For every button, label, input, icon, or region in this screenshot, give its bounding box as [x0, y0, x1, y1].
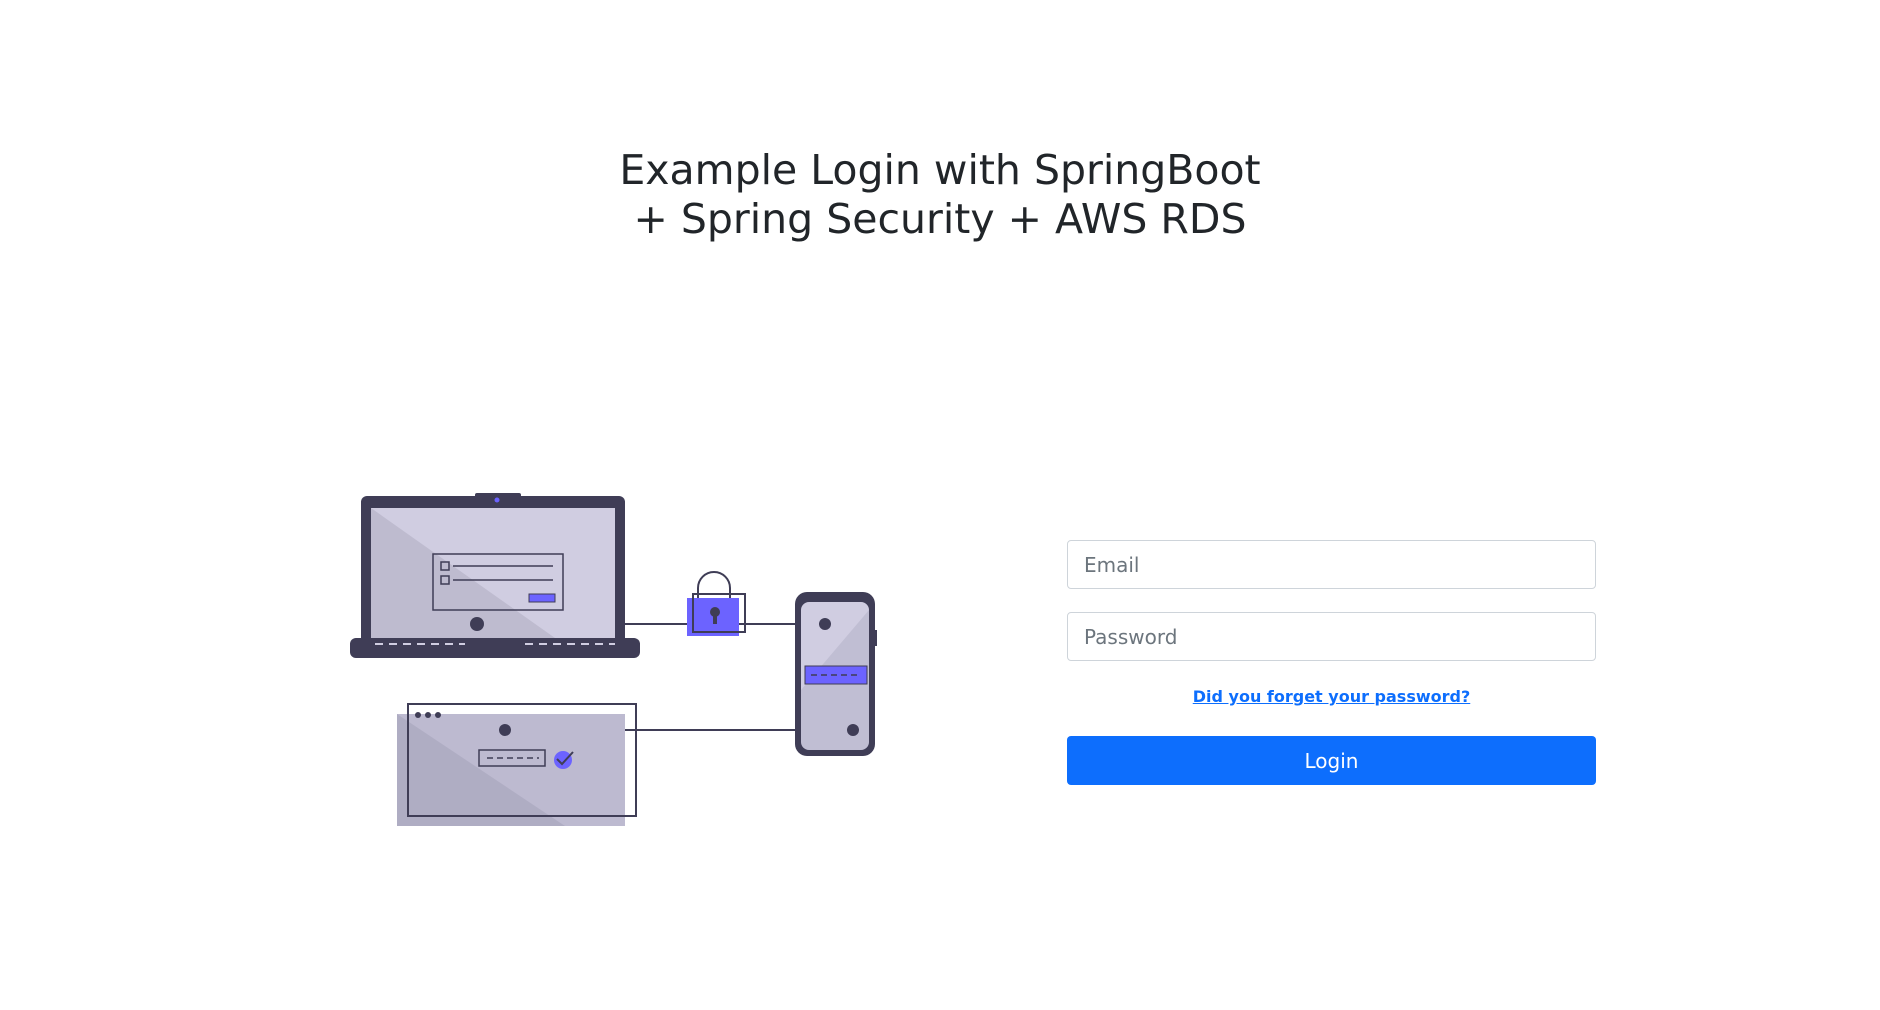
forgot-password-row: Did you forget your password?: [1067, 687, 1596, 711]
laptop-icon: [350, 493, 640, 658]
password-field[interactable]: [1067, 612, 1596, 661]
login-button[interactable]: Login: [1067, 736, 1596, 785]
phone-icon: [795, 592, 877, 756]
login-page: Example Login with SpringBoot + Spring S…: [0, 0, 1880, 1010]
page-title-line-2: + Spring Security + AWS RDS: [633, 195, 1247, 243]
lock-icon: [687, 571, 746, 636]
page-title: Example Login with SpringBoot + Spring S…: [0, 146, 1880, 244]
page-title-line-1: Example Login with SpringBoot: [619, 146, 1261, 194]
browser-window-icon: [397, 703, 637, 826]
email-field[interactable]: [1067, 540, 1596, 589]
login-form: Did you forget your password? Login: [1067, 540, 1596, 785]
forgot-password-link[interactable]: Did you forget your password?: [1193, 687, 1471, 706]
secure-login-illustration: [350, 493, 877, 826]
